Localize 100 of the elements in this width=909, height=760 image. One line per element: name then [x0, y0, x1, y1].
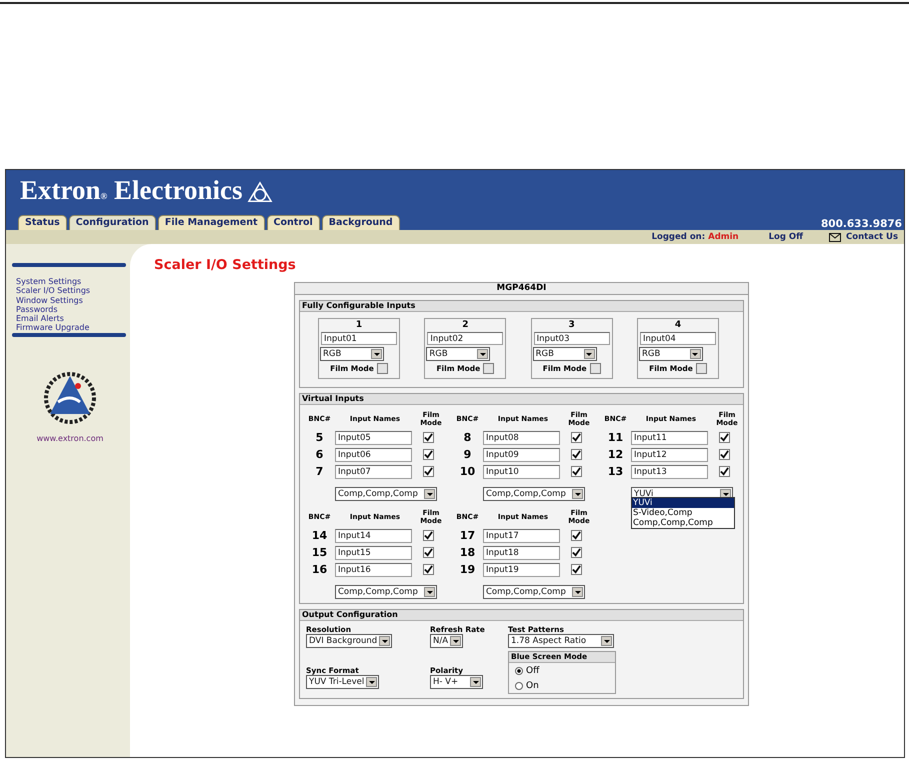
dropdown-option[interactable]: S-Video,Comp — [632, 508, 734, 518]
input-name-field[interactable]: Input10 — [483, 464, 560, 478]
bnc-number: 15 — [310, 546, 328, 559]
input-name-field[interactable]: Input03 — [534, 332, 610, 345]
contact-us-link[interactable]: Contact Us — [846, 232, 898, 242]
format-dropdown[interactable]: RGB — [320, 347, 384, 361]
sync-format-dropdown[interactable]: YUV Tri-Level — [306, 675, 380, 689]
film-mode-checkbox[interactable] — [422, 432, 434, 443]
nav-tab[interactable]: Configuration — [68, 215, 156, 230]
sidebar-link[interactable]: Firmware Upgrade — [10, 323, 130, 333]
film-mode-checkbox[interactable] — [570, 547, 582, 558]
bnc-number: 5 — [314, 431, 324, 444]
caret-icon — [690, 349, 701, 359]
dropdown-option[interactable]: Comp,Comp,Comp — [632, 518, 734, 528]
radio-label: Off — [526, 666, 540, 676]
polarity-dropdown[interactable]: H- V+ — [430, 675, 484, 689]
input-number: 1 — [356, 320, 362, 330]
input-number: 4 — [674, 320, 682, 330]
bnc-number: 7 — [314, 465, 324, 478]
film-mode-checkbox[interactable] — [483, 363, 494, 374]
page-title: Scaler I/O Settings — [154, 257, 297, 273]
caret-icon — [371, 349, 382, 359]
input-name-field[interactable]: Input17 — [483, 528, 560, 542]
film-mode-checkbox[interactable] — [718, 466, 730, 477]
input-name-field[interactable]: Input14 — [335, 528, 412, 542]
input-name-field[interactable]: Input04 — [640, 332, 716, 345]
format-dropdown[interactable]: Comp,Comp,Comp — [335, 487, 437, 501]
sidebar-link[interactable]: Email Alerts — [10, 314, 130, 324]
section-title: Fully Configurable Inputs — [300, 301, 743, 312]
film-mode-checkbox[interactable] — [570, 432, 582, 443]
film-mode-checkbox[interactable] — [570, 530, 582, 541]
nav-tab[interactable]: File Management — [158, 215, 265, 230]
triangle-logo-icon — [246, 181, 274, 205]
resolution-dropdown[interactable]: DVI Background — [306, 634, 392, 648]
sidebar-link[interactable]: Passwords — [10, 304, 130, 314]
film-mode-checkbox[interactable] — [570, 449, 582, 460]
phone-number: 800.633.9876 — [820, 218, 903, 230]
bnc-number: 16 — [310, 563, 328, 576]
input-name-field[interactable]: Input16 — [335, 562, 412, 576]
caret-icon — [572, 587, 583, 597]
film-mode-checkbox[interactable] — [422, 530, 434, 541]
section-title: Output Configuration — [300, 610, 743, 621]
format-dropdown[interactable]: RGB — [638, 347, 703, 361]
company-logo: Extron® Electronics — [20, 176, 242, 207]
caret-icon — [379, 636, 390, 646]
input-name-field[interactable]: Input05 — [335, 430, 412, 444]
input-name-field[interactable]: Input06 — [335, 448, 412, 462]
sidebar-link[interactable]: Window Settings — [10, 296, 130, 305]
nav-tab[interactable]: Status — [18, 215, 67, 230]
film-mode-checkbox[interactable] — [718, 432, 730, 443]
film-mode-checkbox[interactable] — [570, 466, 582, 477]
caret-icon — [470, 677, 482, 687]
film-mode-checkbox[interactable] — [696, 363, 707, 374]
bnc-number: 17 — [458, 529, 476, 542]
input-name-field[interactable]: Input19 — [483, 562, 560, 576]
input-name-field[interactable]: Input11 — [631, 430, 708, 444]
input-name-field[interactable]: Input09 — [483, 448, 560, 462]
format-dropdown[interactable]: Comp,Comp,Comp — [483, 585, 585, 599]
format-dropdown[interactable]: Comp,Comp,Comp — [483, 487, 585, 501]
radio-button[interactable] — [515, 667, 523, 675]
input-name-field[interactable]: Input12 — [631, 448, 708, 462]
film-mode-checkbox[interactable] — [422, 466, 434, 477]
section-title: Virtual Inputs — [300, 394, 743, 405]
sidebar-link[interactable]: System Settings — [10, 277, 130, 286]
nav-tab[interactable]: Control — [266, 215, 320, 230]
sidebar-link[interactable]: Scaler I/O Settings — [10, 286, 130, 296]
film-mode-checkbox[interactable] — [376, 363, 388, 374]
bnc-number: 18 — [458, 546, 476, 559]
caret-icon — [450, 636, 462, 646]
bnc-number: 10 — [458, 465, 476, 478]
film-mode-checkbox[interactable] — [718, 449, 730, 460]
refresh-rate-dropdown[interactable]: N/A — [430, 634, 464, 648]
film-mode-checkbox[interactable] — [570, 564, 582, 575]
input-name-field[interactable]: Input02 — [427, 332, 504, 345]
bnc-number: 19 — [458, 563, 476, 576]
bnc-number: 8 — [462, 431, 472, 444]
test-patterns-dropdown[interactable]: 1.78 Aspect Ratio — [508, 634, 614, 648]
film-mode-checkbox[interactable] — [590, 363, 601, 374]
input-name-field[interactable]: Input13 — [631, 464, 708, 478]
website-link[interactable]: www.extron.com — [36, 434, 104, 443]
film-mode-checkbox[interactable] — [422, 564, 434, 575]
bnc-number: 14 — [310, 529, 328, 542]
film-mode-checkbox[interactable] — [422, 547, 434, 558]
format-dropdown[interactable]: RGB — [426, 347, 490, 361]
input-name-field[interactable]: Input08 — [483, 430, 560, 444]
envelope-icon — [829, 232, 842, 242]
format-dropdown[interactable]: Comp,Comp,Comp — [335, 585, 437, 599]
bnc-number: 12 — [606, 448, 624, 461]
input-name-field[interactable]: Input01 — [321, 332, 397, 345]
nav-tab[interactable]: Background — [322, 215, 400, 230]
caret-icon — [424, 489, 435, 499]
dropdown-option[interactable]: YUVi — [632, 498, 734, 508]
film-mode-checkbox[interactable] — [422, 449, 434, 460]
input-name-field[interactable]: Input15 — [335, 546, 412, 560]
radio-button[interactable] — [515, 682, 523, 690]
input-name-field[interactable]: Input18 — [483, 546, 560, 560]
format-dropdown[interactable]: RGB — [532, 347, 597, 361]
input-name-field[interactable]: Input07 — [335, 464, 412, 478]
log-off-link[interactable]: Log Off — [768, 232, 804, 242]
logged-on-label: Logged on: — [652, 232, 706, 242]
